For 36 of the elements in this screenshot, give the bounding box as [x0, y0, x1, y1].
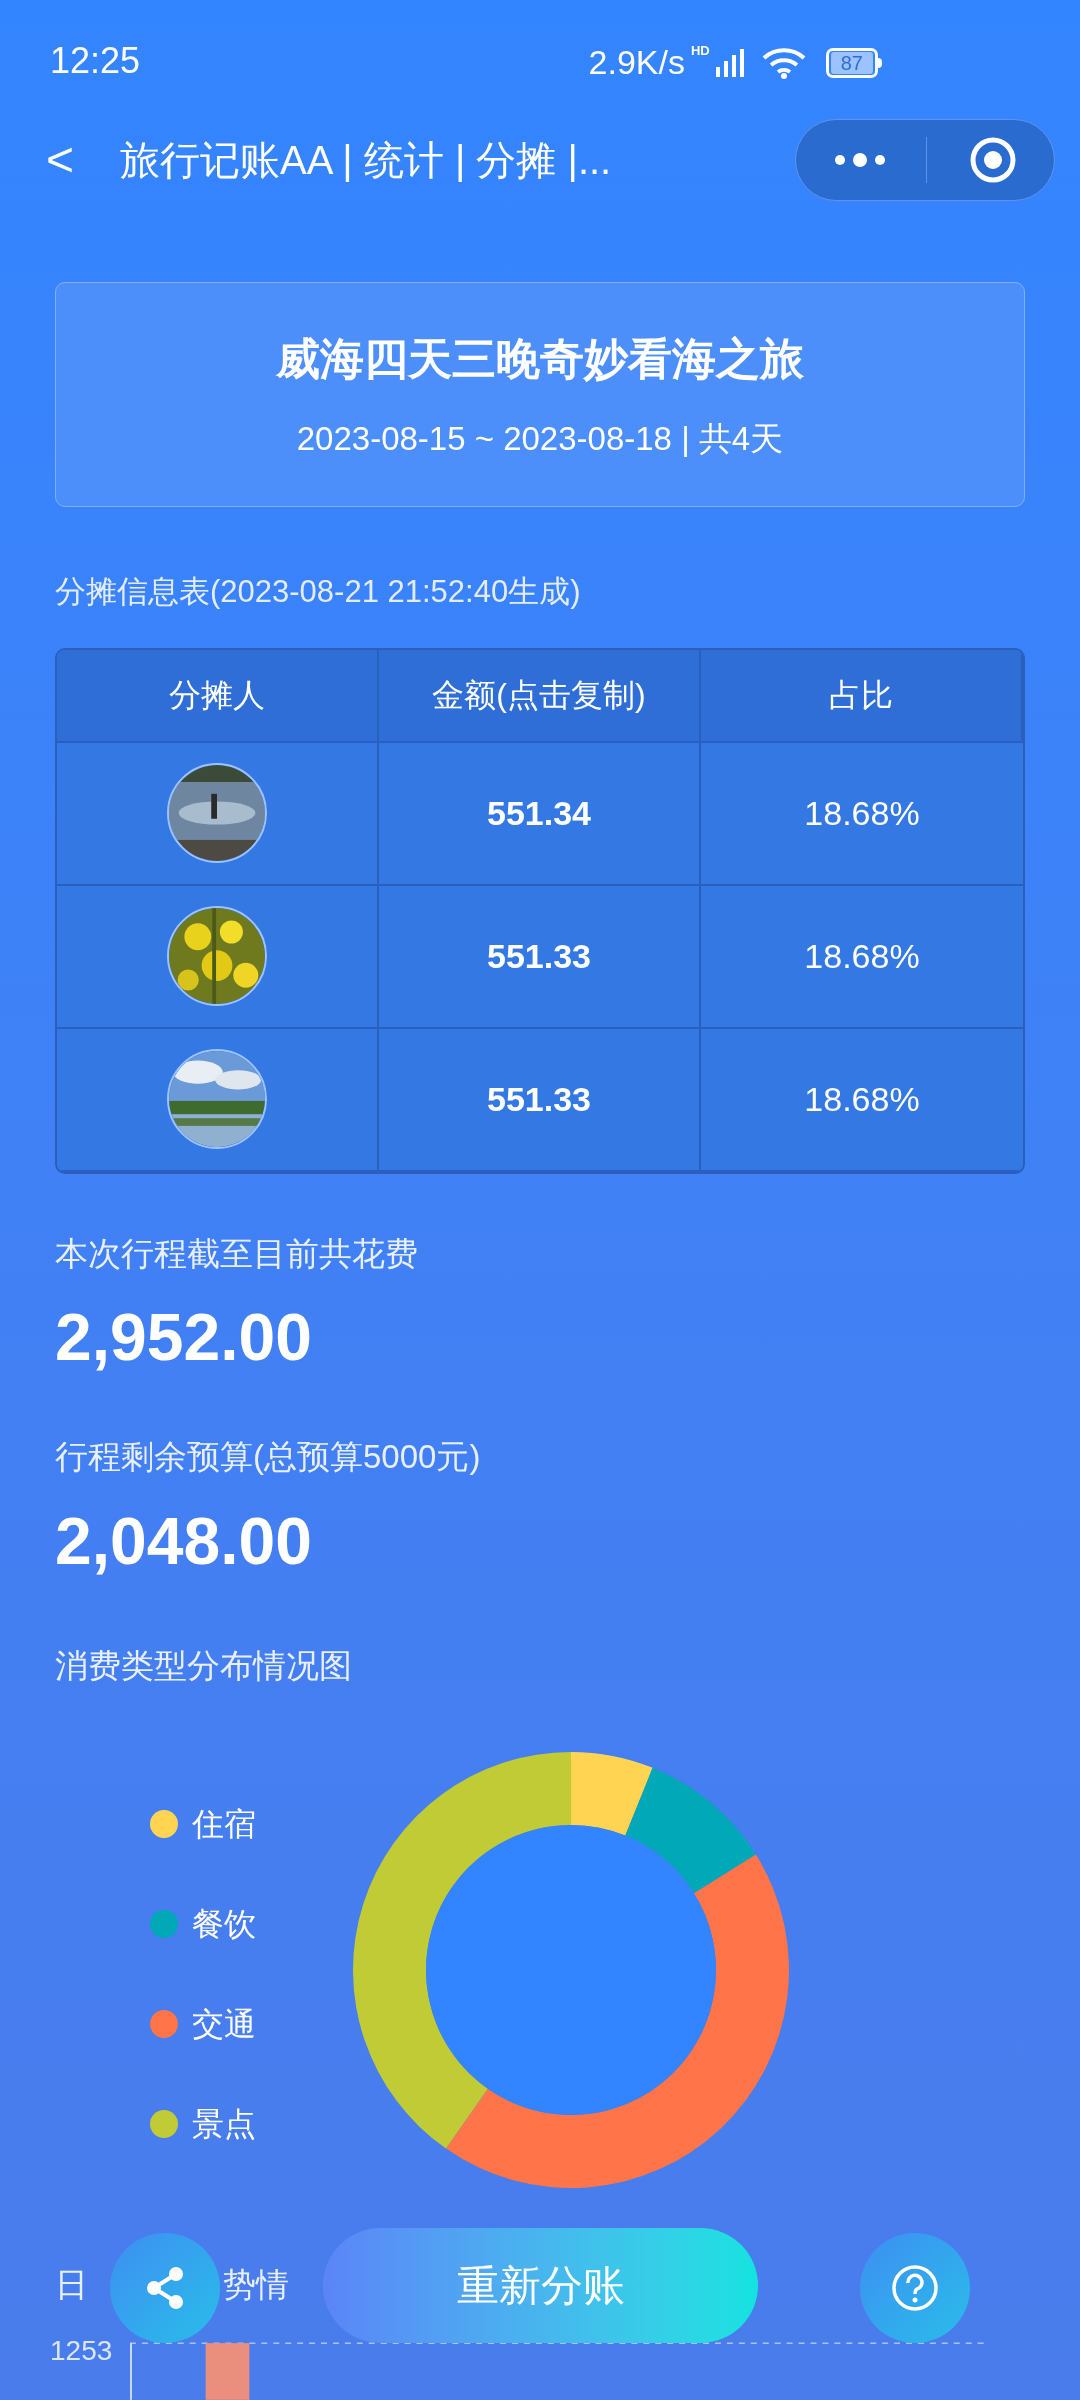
amount-cell[interactable]: 551.33	[379, 1028, 701, 1172]
legend-label: 交通	[192, 2005, 256, 2044]
resplit-button[interactable]: 重新分账	[323, 2228, 758, 2343]
total-spent-label: 本次行程截至目前共花费	[55, 1233, 419, 1274]
share-cell: 18.68%	[701, 885, 1023, 1029]
share-cell: 18.68%	[701, 742, 1023, 886]
more-icon[interactable]	[834, 153, 886, 167]
hd-label: HD	[690, 42, 710, 60]
chart-title: 消费类型分布情况图	[55, 1645, 353, 1686]
share-cell: 18.68%	[701, 1028, 1023, 1172]
remaining-budget-label: 行程剩余预算(总预算5000元)	[55, 1437, 482, 1477]
status-time: 12:25	[50, 39, 141, 83]
column-header: 分摊人	[57, 649, 379, 743]
back-button[interactable]: <	[40, 124, 80, 196]
trip-dates: 2023-08-15 ~ 2023-08-18 | 共4天	[296, 418, 784, 459]
share-icon	[144, 2265, 186, 2311]
trend-title: 势情	[223, 2265, 289, 2305]
remaining-budget-value: 2,048.00	[55, 1502, 313, 1580]
column-header: 占比	[701, 649, 1023, 743]
total-spent-value: 2,952.00	[55, 1299, 313, 1376]
signal-icon	[715, 48, 746, 77]
page-title: 旅行记账AA | 统计 | 分摊 |...	[120, 137, 612, 184]
target-icon[interactable]	[969, 136, 1017, 184]
legend-label: 餐饮	[192, 1905, 256, 1944]
legend-label: 景点	[192, 2105, 256, 2144]
amount-cell[interactable]: 551.33	[379, 885, 701, 1029]
legend-label: 住宿	[192, 1805, 256, 1844]
network-speed: 2.9K/s	[588, 42, 685, 83]
amount-cell[interactable]: 551.34	[379, 742, 701, 886]
wifi-icon	[761, 46, 806, 79]
trend-title: 日	[55, 2265, 88, 2305]
table-caption: 分摊信息表(2023-08-21 21:52:40生成)	[55, 573, 582, 611]
trip-title: 威海四天三晚奇妙看海之旅	[276, 332, 804, 385]
column-header: 金额(点击复制)	[379, 649, 701, 743]
axis-tick-label: 1253	[50, 2333, 114, 2368]
help-icon	[891, 2264, 939, 2312]
